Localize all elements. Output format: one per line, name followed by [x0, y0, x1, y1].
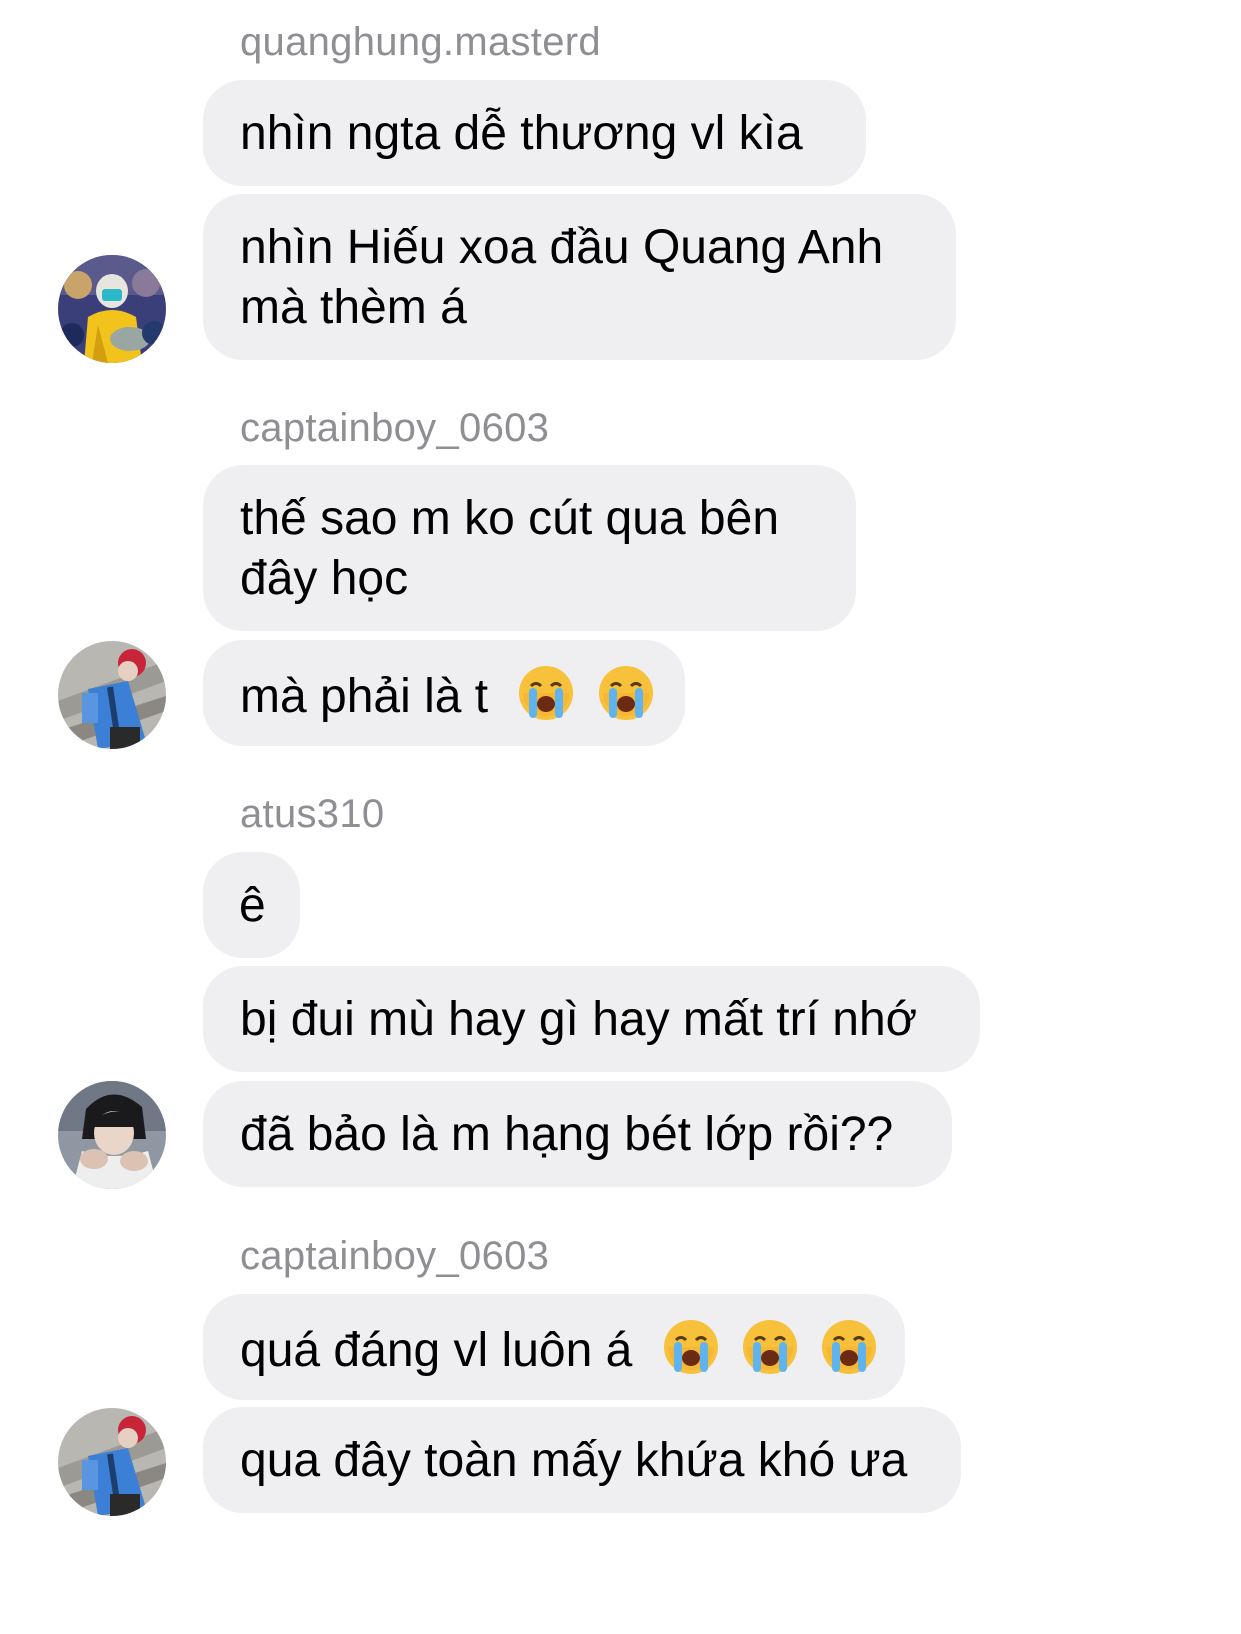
- message-bubble[interactable]: mà phải là t: [203, 640, 685, 746]
- avatar-yellow-outfit[interactable]: [58, 255, 166, 363]
- message-bubble[interactable]: bị đui mù hay gì hay mất trí nhớ: [203, 966, 980, 1072]
- avatar-image: [58, 255, 166, 363]
- sender-name[interactable]: captainboy_0603: [240, 1232, 549, 1280]
- loudly-crying-face-icon: [517, 664, 575, 722]
- message-text: qua đây toàn mấy khứa khó ưa: [240, 1434, 908, 1487]
- avatar-image: [58, 641, 166, 749]
- message-text: mà phải là t: [240, 670, 489, 723]
- message-text: bị đui mù hay gì hay mất trí nhớ: [240, 993, 918, 1046]
- message-bubble[interactable]: nhìn Hiếu xoa đầu Quang Anh mà thèm á: [203, 194, 956, 360]
- avatar-blue-jacket[interactable]: [58, 1408, 166, 1516]
- message-text: đây học: [240, 552, 409, 605]
- message-bubble[interactable]: nhìn ngta dễ thương vl kìa: [203, 80, 866, 186]
- message-text: quá đáng vl luôn á: [240, 1324, 633, 1377]
- message-text: mà thèm á: [240, 281, 467, 334]
- message-text: ê: [239, 879, 266, 932]
- sender-name[interactable]: quanghung.masterd: [240, 18, 601, 66]
- sender-name[interactable]: atus310: [240, 790, 384, 838]
- loudly-crying-face-icon: [741, 1318, 799, 1376]
- avatar-image: [58, 1408, 166, 1516]
- message-text: nhìn ngta dễ thương vl kìa: [240, 107, 803, 160]
- loudly-crying-face-icon: [597, 664, 655, 722]
- message-text: thế sao m ko cút qua bên: [240, 492, 780, 545]
- message-bubble[interactable]: đã bảo là m hạng bét lớp rồi??: [203, 1081, 952, 1187]
- sender-name[interactable]: captainboy_0603: [240, 404, 549, 452]
- message-bubble[interactable]: ê: [203, 852, 300, 958]
- message-text: đã bảo là m hạng bét lớp rồi??: [240, 1108, 894, 1161]
- message-text: nhìn Hiếu xoa đầu Quang Anh: [240, 221, 884, 274]
- message-thread: quanghung.masterd nhìn ngta dễ thương vl…: [0, 0, 1241, 1634]
- avatar-image: [58, 1081, 166, 1189]
- message-bubble[interactable]: thế sao m ko cút qua bên đây học: [203, 465, 856, 631]
- message-bubble[interactable]: qua đây toàn mấy khứa khó ưa: [203, 1407, 961, 1513]
- loudly-crying-face-icon: [820, 1318, 878, 1376]
- avatar-dark-portrait[interactable]: [58, 1081, 166, 1189]
- avatar-blue-jacket[interactable]: [58, 641, 166, 749]
- loudly-crying-face-icon: [662, 1318, 720, 1376]
- message-bubble[interactable]: quá đáng vl luôn á: [203, 1294, 905, 1400]
